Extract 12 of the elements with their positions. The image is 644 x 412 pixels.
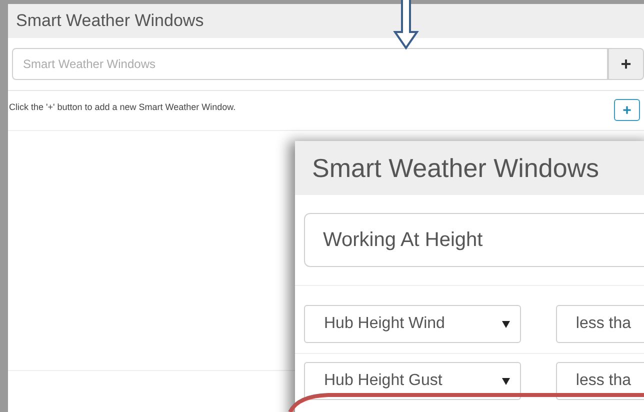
caret-icon bbox=[502, 320, 510, 328]
operator-dropdown[interactable]: less tha bbox=[556, 305, 644, 343]
zoomed-panel-title: Smart Weather Windows bbox=[312, 152, 600, 184]
parameter-dropdown[interactable]: Hub Height Wind bbox=[304, 305, 521, 343]
add-window-button[interactable]: + bbox=[614, 99, 640, 121]
add-button[interactable]: + bbox=[608, 48, 644, 80]
hint-text: Click the '+' button to add a new Smart Weather Window. bbox=[9, 101, 236, 114]
caret-icon bbox=[502, 378, 510, 384]
panel-title: Smart Weather Windows bbox=[16, 10, 204, 32]
parameter-dropdown[interactable]: Hub Height Gust bbox=[304, 362, 521, 400]
name-input-field[interactable]: Working At Height bbox=[304, 213, 644, 267]
name-input-field[interactable]: Smart Weather Windows bbox=[12, 48, 608, 80]
